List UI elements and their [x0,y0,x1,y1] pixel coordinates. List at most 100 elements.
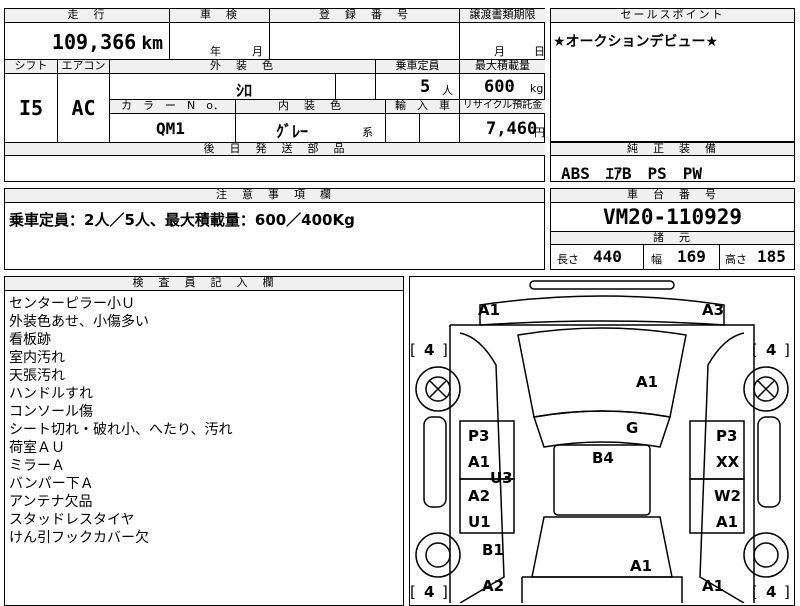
exterior-header: 外 装 色 [109,60,375,74]
mark-right-door2-top: W2 [714,487,741,505]
transfer-cell: 月 日 [459,23,545,60]
height-value: 185 [757,247,786,266]
interior-header: 内 装 色 [235,100,385,114]
ac-header: エアコン [57,60,109,74]
inspector-lines: センターピラー小Ｕ 外装色あせ、小傷多い 看板跡 室内汚れ 天張汚れ ハンドルす… [9,295,232,547]
notes-value: 乗車定員：2人／5人、最大積載量：600／400Kg [9,211,355,229]
equipment-header: 純 正 装 備 [551,142,794,156]
selling-points-box: セールスポイント ★オークションデビュー★ [550,8,795,142]
tire-fr-bracket-close: ] [784,341,790,359]
length-label: 長さ [557,253,579,266]
rear-bumper-shape [521,576,683,603]
transfer-header: 譲渡書類期限 [459,9,545,23]
inspector-line: アンテナ欠品 [9,494,93,510]
mark-left-u3: U3 [490,469,513,487]
recycle-value: 7,460 [486,119,538,139]
color-no-header: カ ラ ー N o． [109,100,235,114]
mark-right-door1-top: P3 [716,427,738,445]
dims-divider-2 [719,245,720,269]
selling-points-header: セールスポイント [551,9,794,23]
tire-rr-bracket-open: [ [752,583,758,601]
shift-value: I5 [18,96,44,120]
wheel-fl-cross [429,380,447,398]
tire-rl-bracket-open: [ [410,583,416,601]
notes-box: 注 意 事 項 欄 乗車定員：2人／5人、最大積載量：600／400Kg [4,188,545,270]
tire-fl: 4 [424,341,435,359]
inspector-line: ミラーＡ [9,458,65,474]
dims-header: 諸 元 [551,231,794,245]
tire-fl-bracket-open: [ [410,341,416,359]
length-value: 440 [593,247,622,266]
mark-rear-left: A2 [482,577,505,595]
tire-rr-bracket-close: ] [784,583,790,601]
mark-a1-front-left: A1 [478,301,501,319]
interior-value: ｸﾞﾚｰ [276,122,309,141]
tire-rr: 4 [766,583,777,601]
inspector-line: ハンドルすれ [9,386,93,402]
spec-table: シフト エアコン 外 装 色 乗車定員 最大積載量 I5 AC ｼﾛ 5 人 6… [4,60,545,182]
notes-header: 注 意 事 項 欄 [5,189,544,203]
mark-left-rear: B1 [482,541,504,559]
transfer-month: 月 [494,45,505,58]
inspection-year: 年 [210,45,221,58]
inspector-line: センターピラー小Ｕ [9,296,135,312]
inspector-line: シート切れ・破れ小、へたり、汚れ [9,422,233,438]
chassis-value: VM20-110929 [602,205,743,229]
recycle-unit: 円 [534,126,545,139]
capacity-value: 5 [420,77,431,97]
mileage-unit: km [141,33,163,54]
inspector-line: スタッドレスタイヤ [9,512,135,528]
dims-divider-1 [643,245,644,269]
chassis-header: 車 台 番 号 [551,189,794,203]
mark-roof: B4 [592,449,614,467]
exterior-value-cell: ｼﾛ [109,74,335,100]
mileage-value: 109,366 km [5,25,167,59]
tire-fr-bracket-open: [ [752,341,758,359]
mark-right-door1-bottom: XX [716,453,740,471]
equipment-box: 純 正 装 備 ABS ｴｱB PS PW [550,142,795,183]
transfer-day: 日 [534,45,545,58]
wheel-rear-right-shape [743,532,789,578]
tire-fr: 4 [766,341,777,359]
right-mirror-shape [757,416,781,508]
windshield-shape [533,410,671,448]
front-panel-shape [479,295,725,326]
ac-value: AC [57,74,109,142]
shift-header: シフト [5,60,57,74]
wheel-fr-cross [757,380,775,398]
tire-rl-bracket-close: ] [442,583,448,601]
mark-hood: A1 [636,373,659,391]
registration-cell [269,23,459,60]
mark-a3-front-right: A3 [702,301,725,319]
mark-windshield: G [626,419,639,437]
load-value: 600 [484,77,515,97]
inspector-box: 検 査 員 記 入 欄 センターピラー小Ｕ 外装色あせ、小傷多い 看板跡 室内汚… [4,276,404,606]
hood-shape [517,327,687,418]
capacity-unit: 人 [442,84,453,97]
selling-points-text: ★オークションデビュー★ [553,34,719,50]
import-header: 輸 入 車 [385,100,459,114]
load-unit: kg [530,82,544,95]
inspector-line: 外装色あせ、小傷多い [9,314,149,330]
delivery-header: 後 日 発 送 部 品 [5,142,545,156]
inspection-cell: 年 月 [169,23,269,60]
recycle-cell: 7,460 円 [459,114,545,142]
mark-rear-right: A1 [702,577,725,595]
equipment-value: ABS ｴｱB PS PW [561,164,703,183]
width-value: 169 [677,247,706,266]
inspector-line: 室内汚れ [9,350,65,366]
interior-cell: ｸﾞﾚｰ 系 [235,114,385,142]
mileage-number: 109,366 [51,30,137,54]
capacity-header: 乗車定員 [375,60,459,74]
inspector-line: 荷室ＡＵ [9,440,65,456]
mark-rear-center: A1 [630,557,653,575]
tire-fl-bracket-close: ] [442,341,448,359]
wheel-rear-left-shape [415,532,461,578]
load-header: 最大積載量 [459,60,545,74]
width-label: 幅 [651,253,662,266]
mark-left-door1-bottom: A1 [468,453,491,471]
top-info-table: 走 行 車 検 登 録 番 号 譲渡書類期限 109,366 km 年 月 月 … [4,8,545,60]
inspection-header: 車 検 [169,9,269,23]
load-value-cell: 600 kg [459,74,545,100]
registration-header: 登 録 番 号 [269,9,459,23]
